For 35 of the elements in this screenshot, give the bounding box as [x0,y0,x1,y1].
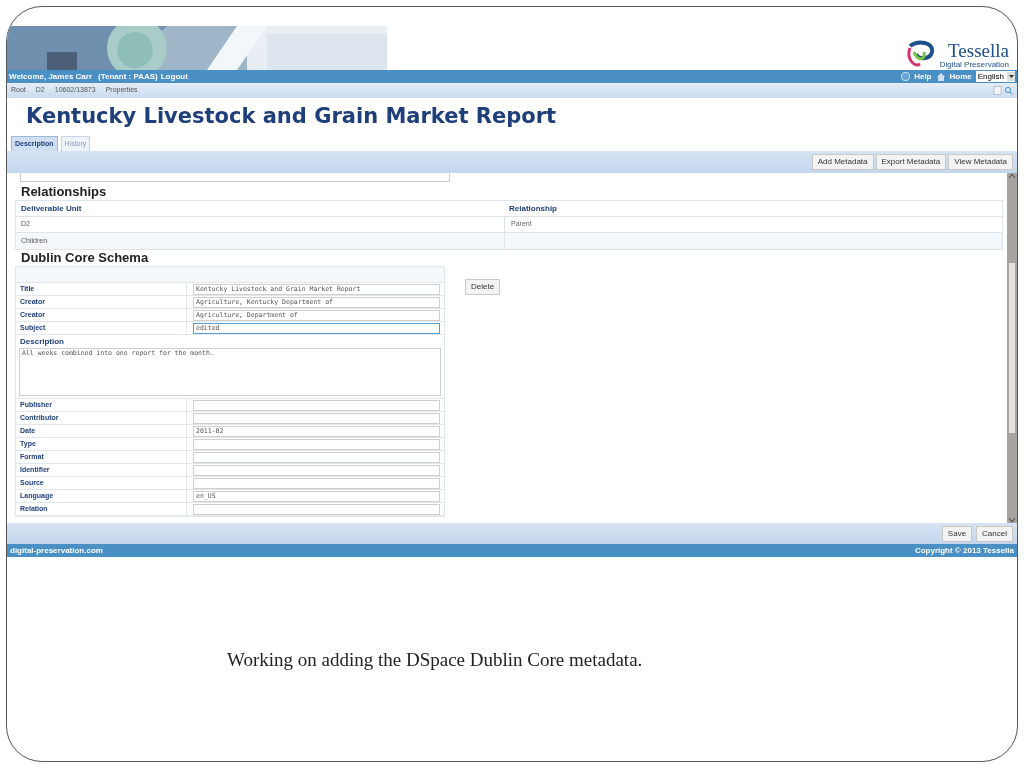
search-icon[interactable] [1004,86,1013,95]
welcome-text: Welcome, James Carr [9,70,92,83]
section-heading: Dublin Core Schema [21,250,150,266]
delete-button[interactable]: Delete [465,279,501,295]
language-select[interactable]: English [975,71,1015,82]
slide-caption: Working on adding the DSpace Dublin Core metadata. [227,648,644,672]
toolbar-button[interactable]: Export Metadata [875,154,947,170]
logo-tagline: Digital Preservation [939,60,1009,69]
toolbar-button[interactable]: Add Metadata [811,154,874,170]
copyright-text: Copyright © 2013 Tessella [914,544,1014,557]
input-field[interactable] [193,477,440,489]
scroll-down-icon[interactable] [1009,518,1015,523]
action-button[interactable]: Save [941,525,973,542]
document-icon[interactable] [993,86,1002,95]
help-icon[interactable] [901,72,911,81]
field-label: Description [19,336,65,348]
input-field[interactable] [193,412,440,424]
input-field[interactable] [193,503,440,515]
column-header: Relationship [508,202,558,215]
input-field[interactable] [193,438,440,450]
caret-icon [1008,75,1014,78]
logo-name: Tessella [948,41,1009,60]
text-area[interactable] [20,173,450,182]
toolbar-button[interactable]: View Metadata [948,154,1013,170]
scroll-up-icon[interactable] [1009,173,1015,178]
page-title: Kentucky Livestock and Grain Market Report [26,103,558,129]
column-header: Deliverable Unit [20,202,83,215]
input-field[interactable] [193,451,440,463]
input-field[interactable] [193,464,440,476]
tenant-text: (Tenant : PAAS) [98,70,158,83]
home-icon[interactable] [935,72,946,81]
section-heading: Relationships [21,184,108,200]
scrollbar[interactable] [1007,173,1017,523]
input-field[interactable] [193,399,440,411]
action-button[interactable]: Cancel [976,525,1013,542]
